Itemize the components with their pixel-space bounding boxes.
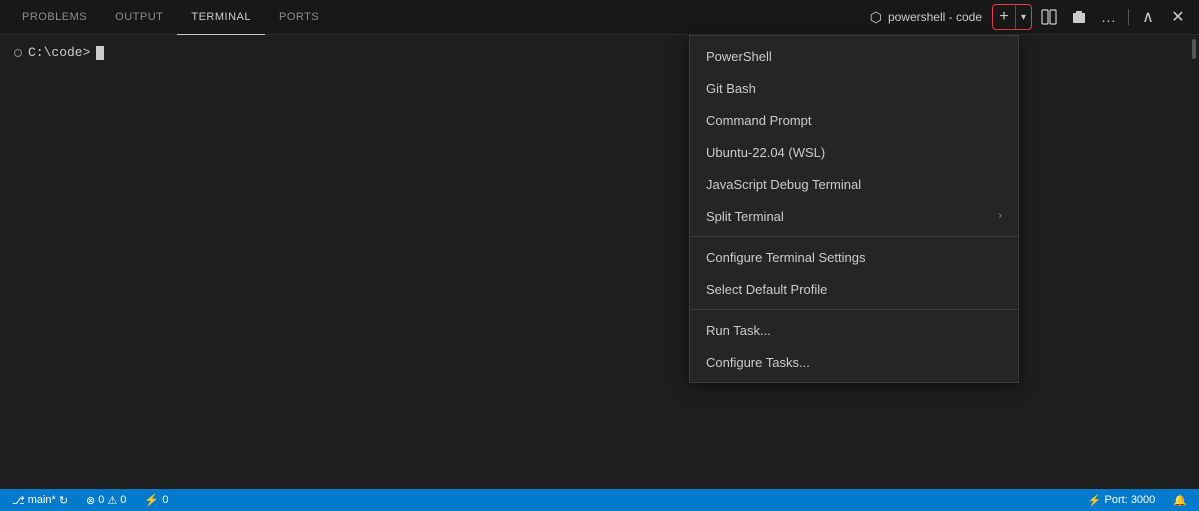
branch-name: main* [28,494,56,506]
split-terminal-button[interactable] [1036,4,1062,30]
new-terminal-button[interactable]: + [993,5,1015,29]
tab-problems[interactable]: PROBLEMS [8,0,101,35]
toolbar-divider [1128,9,1129,25]
terminal-scrollbar[interactable] [1189,35,1199,489]
error-icon: ⊗ [86,494,95,507]
terminal-prompt-text: C:\code> [28,45,90,60]
terminal-icon: ⬡ [870,9,882,26]
close-panel-button[interactable]: ✕ [1165,4,1191,30]
info-count: 0 [162,494,168,506]
menu-item-configure-settings[interactable]: Configure Terminal Settings [690,241,1018,273]
kill-terminal-button[interactable] [1066,4,1092,30]
menu-item-js-debug[interactable]: JavaScript Debug Terminal [690,168,1018,200]
tab-terminal[interactable]: TERMINAL [177,0,265,35]
status-info[interactable]: ⚡ 0 [140,489,172,511]
tab-list: PROBLEMS OUTPUT TERMINAL PORTS [8,0,333,35]
menu-section-settings: Configure Terminal Settings Select Defau… [690,236,1018,309]
menu-section-shells: PowerShell Git Bash Command Prompt Ubunt… [690,36,1018,236]
menu-item-split-terminal[interactable]: Split Terminal › [690,200,1018,232]
terminal-dropdown-menu: PowerShell Git Bash Command Prompt Ubunt… [689,35,1019,383]
status-bar-right: ⚡ Port: 3000 🔔 [1084,489,1191,511]
terminal-content[interactable]: C:\code> [0,35,1199,489]
port-label: Port: 3000 [1105,494,1156,506]
chevron-right-icon: › [998,210,1002,222]
tab-output[interactable]: OUTPUT [101,0,177,35]
error-count: 0 [98,494,104,506]
status-branch[interactable]: ⎇ main* ↻ [8,489,72,511]
status-errors[interactable]: ⊗ 0 ⚠ 0 [82,489,130,511]
menu-item-command-prompt[interactable]: Command Prompt [690,104,1018,136]
warning-count: 0 [120,494,126,506]
menu-item-powershell[interactable]: PowerShell [690,40,1018,72]
more-actions-button[interactable]: ... [1096,4,1122,30]
terminal-dropdown-caret[interactable]: ▾ [1015,5,1031,29]
sync-icon: ↻ [59,494,68,507]
terminal-cursor [96,46,104,60]
branch-icon: ⎇ [12,494,25,507]
warning-icon: ⚠ [107,494,117,507]
status-bar: ⎇ main* ↻ ⊗ 0 ⚠ 0 ⚡ 0 ⚡ Port: 3000 🔔 [0,489,1199,511]
tab-bar: PROBLEMS OUTPUT TERMINAL PORTS ⬡ powersh… [0,0,1199,35]
scrollbar-thumb[interactable] [1192,39,1196,59]
port-icon: ⚡ [1088,494,1102,507]
menu-item-configure-tasks[interactable]: Configure Tasks... [690,346,1018,378]
maximize-panel-button[interactable]: ∧ [1135,4,1161,30]
bell-icon: 🔔 [1173,494,1187,507]
status-port[interactable]: ⚡ Port: 3000 [1084,489,1159,511]
tab-ports[interactable]: PORTS [265,0,333,35]
menu-item-run-task[interactable]: Run Task... [690,314,1018,346]
terminal-instance-label: ⬡ powershell - code [864,7,988,28]
menu-item-git-bash[interactable]: Git Bash [690,72,1018,104]
status-bell[interactable]: 🔔 [1169,489,1191,511]
status-bar-left: ⎇ main* ↻ ⊗ 0 ⚠ 0 ⚡ 0 [8,489,172,511]
new-terminal-dropdown[interactable]: + ▾ [992,4,1032,30]
menu-item-ubuntu[interactable]: Ubuntu-22.04 (WSL) [690,136,1018,168]
prompt-circle-icon [14,49,22,57]
info-icon: ⚡ [144,493,159,507]
terminal-toolbar: ⬡ powershell - code + ▾ ... [864,4,1191,30]
menu-item-select-default[interactable]: Select Default Profile [690,273,1018,305]
menu-section-tasks: Run Task... Configure Tasks... [690,309,1018,382]
